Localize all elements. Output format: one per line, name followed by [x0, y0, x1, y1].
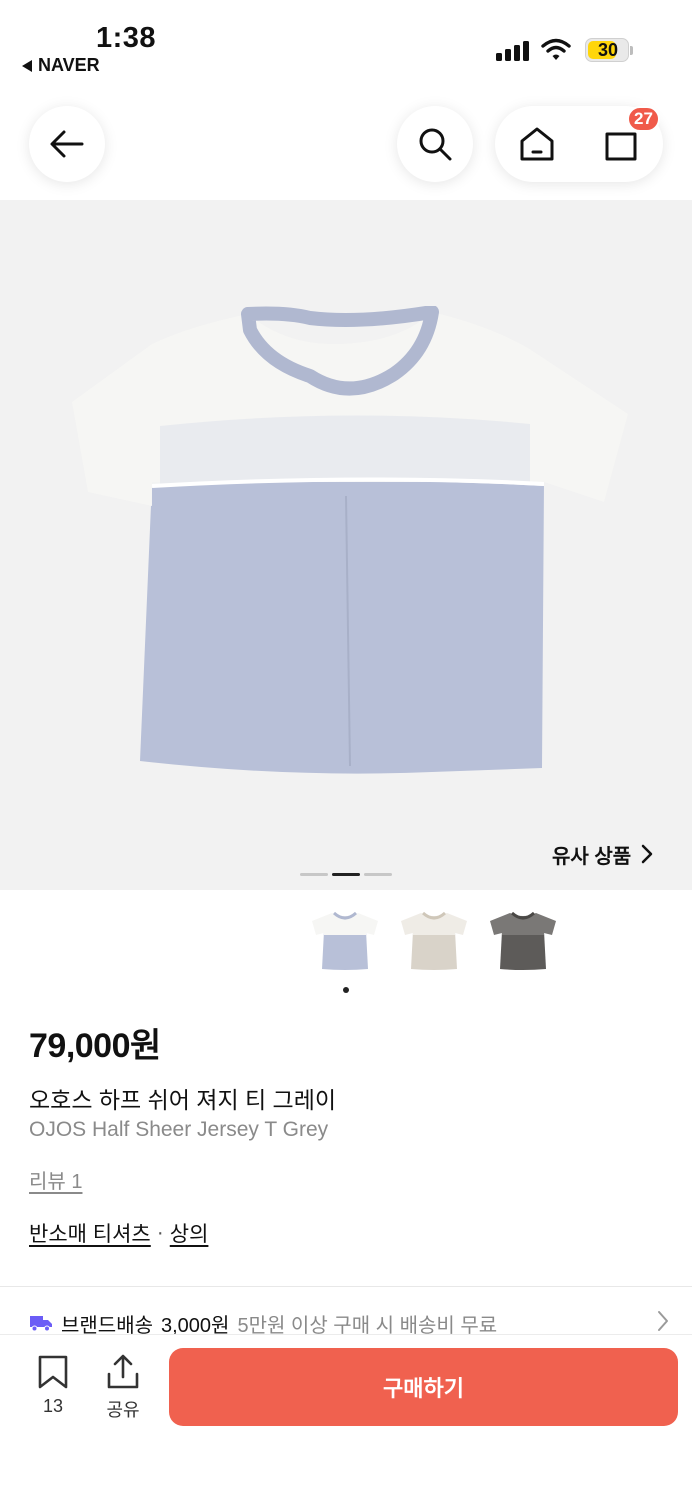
review-link[interactable]: 리뷰 1 — [29, 1165, 82, 1194]
back-app-label: NAVER — [38, 55, 100, 75]
battery-level: 30 — [597, 40, 619, 60]
cart-count-badge: 27 — [627, 106, 660, 132]
home-icon — [520, 127, 554, 161]
save-button[interactable]: 13 — [30, 1354, 76, 1417]
pager-indicator — [300, 873, 328, 876]
product-name-korean: 오호스 하프 쉬어 져지 티 그레이 — [29, 1087, 337, 1113]
thumbnail-indicator — [343, 987, 349, 993]
similar-products-button[interactable]: 유사 상품 — [530, 830, 676, 878]
buy-button[interactable]: 구매하기 — [169, 1348, 678, 1426]
share-button[interactable]: 공유 — [100, 1354, 146, 1422]
product-image — [72, 306, 628, 774]
status-bar: 1:38 NAVER 30 — [0, 0, 692, 90]
wifi-icon — [541, 38, 571, 67]
cellular-signal-icon — [496, 41, 529, 61]
nav-home-cart-group: 27 — [495, 106, 663, 182]
similar-products-label: 유사 상품 — [552, 845, 632, 868]
battery-icon: 30 — [585, 38, 629, 62]
search-button[interactable] — [397, 106, 473, 182]
product-name-english: OJOS Half Sheer Jersey T Grey — [29, 1118, 329, 1141]
thumbnail-charcoal[interactable] — [488, 910, 558, 972]
share-label: 공유 — [106, 1400, 140, 1420]
share-icon — [107, 1354, 139, 1389]
product-price: 79,000원 — [29, 1027, 161, 1065]
shopping-bag-icon — [605, 132, 637, 161]
color-thumbnails — [310, 910, 558, 972]
chevron-right-icon — [641, 844, 653, 864]
pager-indicator — [364, 873, 392, 876]
thumbnail-beige[interactable] — [399, 910, 469, 972]
status-time: 1:38 — [96, 22, 157, 54]
category-breadcrumb: 반소매 티셔츠 · 상의 — [29, 1218, 208, 1248]
category-separator: · — [156, 1221, 164, 1244]
category-link-short-sleeve[interactable]: 반소매 티셔츠 — [29, 1218, 151, 1248]
pager-indicator — [332, 873, 360, 876]
battery-cap — [630, 46, 633, 55]
back-triangle-icon — [22, 59, 32, 72]
thumbnail-grey[interactable] — [310, 910, 380, 972]
save-count: 13 — [42, 1396, 64, 1416]
bookmark-icon — [38, 1355, 68, 1389]
cart-button[interactable]: 27 — [601, 106, 660, 164]
home-button[interactable] — [517, 124, 557, 164]
category-link-tops[interactable]: 상의 — [170, 1218, 209, 1248]
back-button[interactable] — [29, 106, 105, 182]
back-to-app-link[interactable]: NAVER — [22, 55, 100, 76]
image-pager — [300, 873, 392, 876]
section-divider — [0, 1286, 692, 1287]
arrow-left-icon — [50, 130, 84, 158]
delivery-truck-icon — [30, 1316, 52, 1332]
chevron-right-icon — [658, 1311, 668, 1331]
search-icon — [419, 128, 452, 161]
